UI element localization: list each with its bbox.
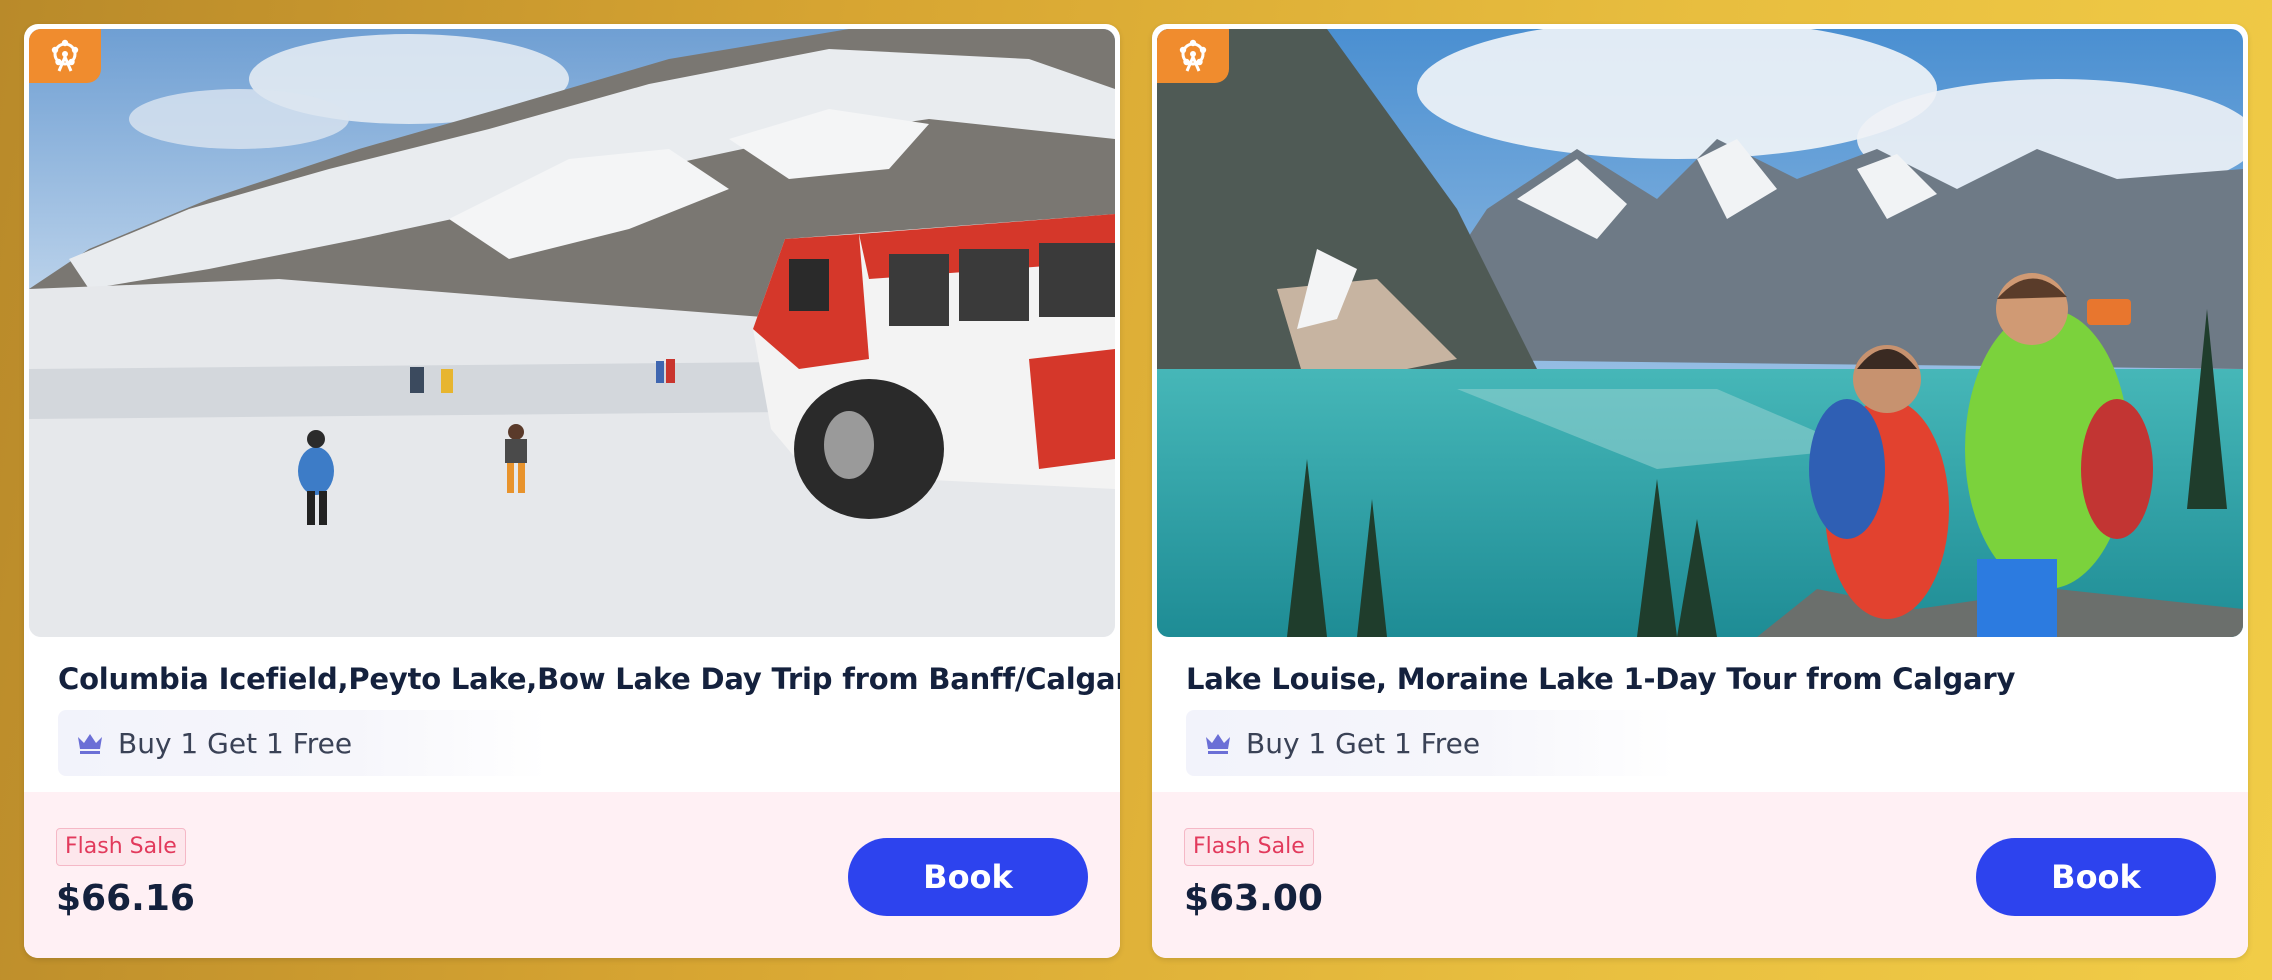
book-button[interactable]: Book [848,838,1088,916]
tour-title[interactable]: Columbia Icefield,Peyto Lake,Bow Lake Da… [58,662,1120,696]
crown-icon [76,731,104,755]
tour-card-lake-louise[interactable]: Lake Louise, Moraine Lake 1-Day Tour fro… [1152,24,2248,958]
tour-card-columbia-icefield[interactable]: Columbia Icefield,Peyto Lake,Bow Lake Da… [24,24,1120,958]
ferris-wheel-icon [29,29,101,83]
tour-title[interactable]: Lake Louise, Moraine Lake 1-Day Tour fro… [1186,662,2216,696]
tour-photo[interactable] [29,29,1115,637]
price-band: Flash Sale $63.00 Book [1152,792,2248,958]
crown-icon [1204,731,1232,755]
price: $63.00 [1184,878,1323,919]
promo-tag: Buy 1 Get 1 Free [1186,710,1676,776]
price: $66.16 [56,878,195,919]
flash-sale-badge: Flash Sale [56,828,186,866]
ferris-wheel-icon [1157,29,1229,83]
book-button[interactable]: Book [1976,838,2216,916]
price-band: Flash Sale $66.16 Book [24,792,1120,958]
promo-tag: Buy 1 Get 1 Free [58,710,548,776]
promo-label: Buy 1 Get 1 Free [1246,726,1481,760]
flash-sale-badge: Flash Sale [1184,828,1314,866]
promo-label: Buy 1 Get 1 Free [118,726,353,760]
tour-photo[interactable] [1157,29,2243,637]
